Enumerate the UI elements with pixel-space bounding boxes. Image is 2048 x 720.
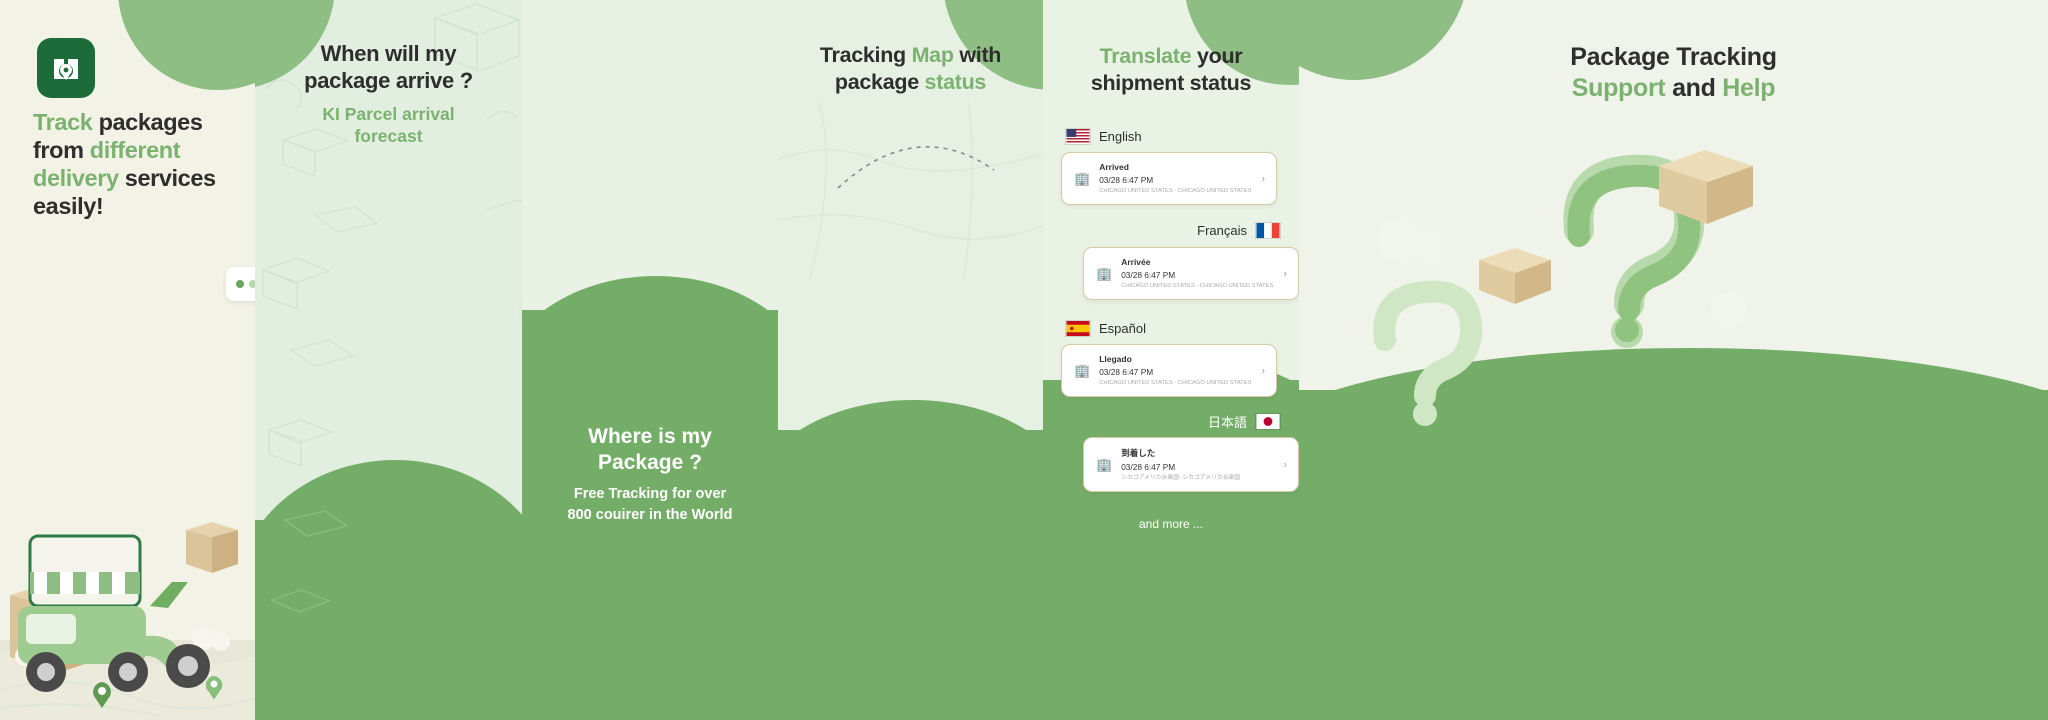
headline-word-different: different — [89, 137, 181, 163]
delivery-vehicle — [18, 534, 210, 692]
app-logo-tile — [37, 38, 95, 98]
facility-icon: 🏢 — [1096, 456, 1113, 472]
status-card-french[interactable]: 🏢 Arrivée 03/28 6:47 PM CHICAGO UNITED S… — [1083, 247, 1299, 301]
language-name: Español — [1099, 321, 1146, 336]
facility-icon: 🏢 — [1074, 362, 1091, 378]
status-time: 03/28 6:47 PM — [1121, 270, 1176, 280]
panel6-title-a: Package Tracking — [1570, 43, 1777, 71]
cardboard-box-2 — [1479, 248, 1551, 304]
status-label: Arrived — [1099, 162, 1129, 172]
status-time: 03/28 6:47 PM — [1099, 175, 1154, 185]
green-curve-decor — [778, 400, 1043, 510]
status-card-japanese[interactable]: 🏢 到着した 03/28 6:47 PM シカゴアメリカ合衆国- シカゴアメリカ… — [1083, 437, 1299, 493]
panel3-subtitle-line2: 800 couirer in the World — [567, 507, 733, 523]
status-label: 到着した — [1121, 448, 1156, 458]
panel2-subtitle-line2: forecast — [354, 126, 423, 146]
status-card-english[interactable]: 🏢 Arrived 03/28 6:47 PM CHICAGO UNITED S… — [1061, 152, 1277, 206]
status-card-spanish[interactable]: 🏢 Llegado 03/28 6:47 PM CHICAGO UNITED S… — [1061, 344, 1277, 398]
panel4-title-a: Tracking — [819, 43, 912, 67]
chat-bubble — [226, 267, 255, 301]
panel2-title-line1: When will my — [320, 41, 457, 66]
language-name: 日本語 — [1207, 415, 1247, 430]
and-more-label: and more ... — [1138, 517, 1204, 531]
delivery-illustration — [0, 522, 255, 720]
chevron-right-icon[interactable]: › — [1284, 459, 1287, 470]
flag-es-icon — [1065, 320, 1091, 337]
headline-word-easily: easily! — [33, 193, 104, 219]
panel-where-is-my-package: My Package Tracking 🌐 CH159720725US Trac… — [522, 0, 778, 720]
flag-fr-icon — [1255, 222, 1281, 239]
headline-word-services: services — [124, 165, 216, 191]
panel4-title-c: with — [953, 43, 1002, 67]
route-arc — [837, 146, 995, 189]
flag-us-icon — [1065, 128, 1091, 145]
status-location: CHICAGO UNITED STATES - CHICAGO UNITED S… — [1121, 283, 1274, 289]
panel-when-will-arrive: When will my package arrive ? KI Parcel … — [255, 0, 522, 720]
chevron-right-icon[interactable]: › — [1284, 268, 1287, 279]
status-label: Arrivée — [1121, 257, 1151, 267]
panel4-title-d: package — [834, 70, 925, 94]
status-time: 03/28 6:47 PM — [1099, 367, 1154, 377]
panel3-subtitle-line1: Free Tracking for over — [573, 486, 727, 502]
panel6-title: Package Tracking Support and Help — [1299, 42, 2048, 104]
panel4-title-b: Map — [911, 43, 954, 67]
panel3-subtitle: Free Tracking for over 800 couirer in th… — [528, 484, 772, 526]
status-label: Llegado — [1099, 354, 1132, 364]
headline-word-track: Track — [33, 109, 93, 135]
panel-translate-status: Translate your shipment status English 🏢… — [1043, 0, 1299, 720]
panel3-title-line1: Where is my — [588, 425, 712, 448]
panel6-title-b: Support — [1571, 74, 1666, 102]
status-location: シカゴアメリカ合衆国- シカゴアメリカ合衆国 — [1121, 475, 1241, 481]
cardboard-box-small — [186, 522, 238, 573]
panel2-subtitle: KI Parcel arrival forecast — [255, 103, 522, 147]
panel6-title-d: Help — [1722, 74, 1776, 102]
facility-icon: 🏢 — [1074, 170, 1091, 186]
headline-word-delivery: delivery — [33, 165, 119, 191]
headline-word-packages: packages — [98, 109, 203, 135]
panel1-headline: Track packages from different delivery s… — [33, 108, 248, 220]
panel3-title-line2: Package ? — [598, 451, 702, 474]
green-curve-decor — [522, 276, 778, 396]
panel-track-packages: Track packages from different delivery s… — [0, 0, 255, 720]
panel-tracking-map: Tracking Map with package status My Pack… — [778, 0, 1043, 720]
panel5-title: Translate your shipment status — [1043, 43, 1299, 97]
panel-support-help: Package Tracking Support and Help — [1299, 0, 2048, 720]
chevron-right-icon[interactable]: › — [1262, 173, 1265, 184]
decor-blob — [118, 0, 255, 90]
language-row-japanese: 日本語 — [1208, 412, 1281, 431]
cardboard-box — [1659, 150, 1753, 224]
facility-icon: 🏢 — [1096, 265, 1113, 281]
screenshot-gallery: Track packages from different delivery s… — [0, 0, 2048, 720]
question-mark-illustration — [1373, 150, 1753, 426]
status-time: 03/28 6:47 PM — [1121, 462, 1176, 472]
panel4-title: Tracking Map with package status — [778, 42, 1043, 96]
language-name: English — [1099, 129, 1142, 144]
language-row-spanish: Español — [1065, 320, 1146, 337]
language-row-english: English — [1065, 128, 1142, 145]
status-location: CHICAGO UNITED STATES - CHICAGO UNITED S… — [1099, 380, 1252, 386]
panel5-title-a: Translate — [1099, 44, 1192, 68]
headline-word-from: from — [33, 137, 84, 163]
package-pin-icon — [54, 59, 78, 80]
status-location: CHICAGO UNITED STATES - CHICAGO UNITED S… — [1099, 188, 1252, 194]
panel2-title: When will my package arrive ? — [255, 40, 522, 94]
panel3-title: Where is my Package ? — [522, 424, 778, 476]
panel2-title-line2: package arrive ? — [304, 68, 473, 93]
panel5-title-b: your — [1191, 44, 1243, 68]
panel4-title-e: status — [924, 70, 987, 94]
panel6-title-c: and — [1665, 74, 1723, 102]
chevron-right-icon[interactable]: › — [1262, 365, 1265, 376]
language-row-french: Français — [1197, 222, 1281, 239]
language-name: Français — [1197, 223, 1247, 238]
panel2-subtitle-line1: KI Parcel arrival — [322, 104, 455, 124]
panel5-title-c: shipment status — [1090, 71, 1252, 95]
flag-jp-icon — [1255, 413, 1281, 430]
